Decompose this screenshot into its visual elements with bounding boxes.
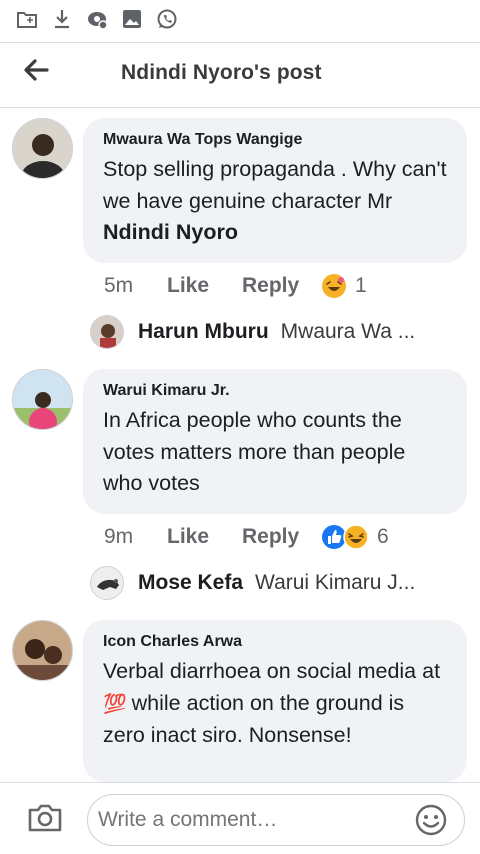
reply-author: Harun Mburu [138,320,269,343]
comment-bubble: Icon Charles Arwa Verbal diarrhoea on so… [83,620,467,782]
emoji-button[interactable] [414,803,448,837]
image-icon [121,8,143,30]
comment-body-end: while action on the ground is zero inact… [103,690,405,748]
haha-icon [322,274,346,298]
reaction-count: 6 [377,525,389,548]
arrow-left-icon [24,59,49,81]
reaction-count: 1 [355,274,367,297]
page-title: Ndindi Nyoro's post [121,61,322,84]
comment-bubble: Warui Kimaru Jr. In Africa people who co… [83,369,467,514]
comment-input[interactable] [87,794,465,846]
comment-time: 5m [104,274,134,297]
folder-icon [16,8,38,30]
comment-body-start: Verbal diarrhoea on social media at [103,659,441,683]
comment-actions: 5m Like Reply 1 [104,273,367,299]
reply-button[interactable]: Reply [242,525,321,549]
download-icon [51,8,73,30]
comment-text: Verbal diarrhoea on social media at 💯 wh… [103,656,447,752]
comment-actions: 9m Like Reply 6 [104,524,389,550]
comment-time: 9m [104,525,134,548]
hundred-points-emoji: 💯 [103,693,127,715]
avatar [90,566,124,600]
avatar[interactable] [12,118,73,179]
avatar[interactable] [12,620,73,681]
back-button[interactable] [20,57,52,83]
reply-author: Mose Kefa [138,571,244,594]
comment-text: Stop selling propaganda . Why can't we h… [103,154,447,249]
camera-icon [28,804,62,832]
reply-button[interactable]: Reply [242,274,321,298]
comment-body: Stop selling propaganda . Why can't we h… [103,157,447,213]
app-header: Ndindi Nyoro's post [0,42,480,108]
comment-text: In Africa people who counts the votes ma… [103,408,406,495]
comment-author[interactable]: Icon Charles Arwa [103,633,447,651]
reactions[interactable]: 6 [321,524,389,550]
comment-author[interactable]: Warui Kimaru Jr. [103,382,447,400]
smiley-icon [415,804,447,836]
whatsapp-icon [156,8,178,30]
reply-preview[interactable]: Mose Kefa Warui Kimaru J... [90,566,415,600]
mention-link[interactable]: Ndindi Nyoro [103,220,238,244]
like-button[interactable]: Like [167,525,242,549]
avatar [90,315,124,349]
haha-icon [343,524,369,550]
comment-bubble: Mwaura Wa Tops Wangige Stop selling prop… [83,118,467,263]
avatar[interactable] [12,369,73,430]
comment-composer [0,782,480,854]
eye-settings-icon [86,8,108,30]
reply-preview[interactable]: Harun Mburu Mwaura Wa ... [90,315,415,349]
reply-snippet: Mwaura Wa ... [280,320,416,343]
comment-author[interactable]: Mwaura Wa Tops Wangige [103,131,447,149]
reply-snippet: Warui Kimaru J... [255,571,416,594]
like-button[interactable]: Like [167,274,242,298]
reactions[interactable]: 1 [321,273,367,299]
camera-button[interactable] [26,800,64,836]
status-bar [0,0,480,38]
